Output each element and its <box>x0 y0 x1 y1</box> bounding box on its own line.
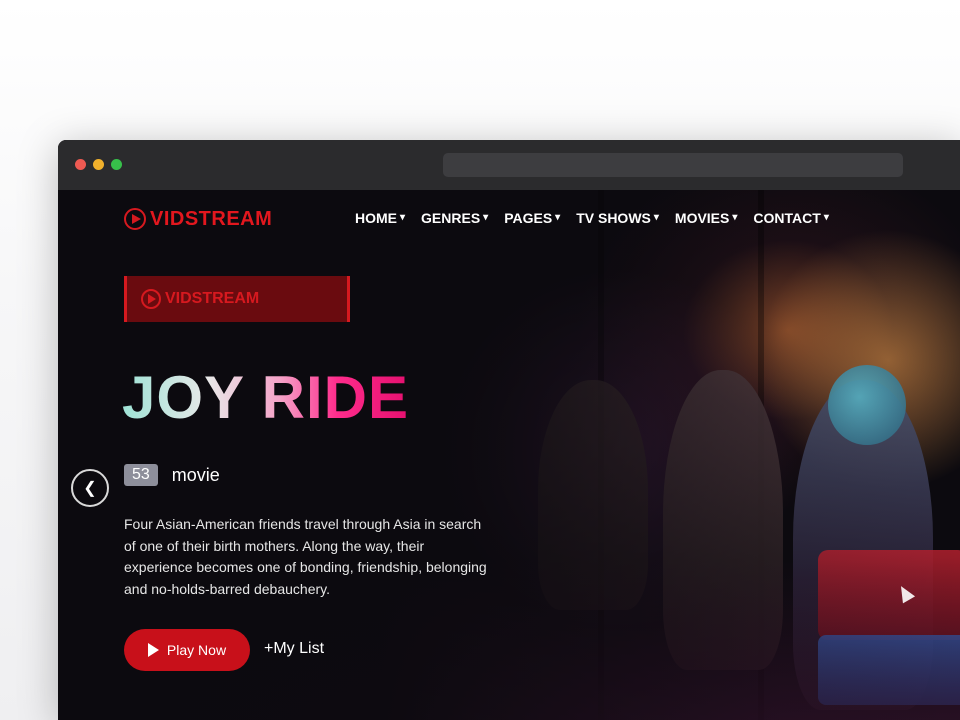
rating-badge: 53 <box>124 464 158 486</box>
nav-item-label: CONTACT <box>753 210 821 226</box>
play-circle-icon <box>141 289 161 309</box>
nav-item-label: PAGES <box>504 210 553 226</box>
minimize-window-button[interactable] <box>93 159 104 170</box>
chevron-down-icon: ▾ <box>823 211 829 223</box>
nav-item-contact[interactable]: CONTACT ▾ <box>753 210 828 226</box>
chevron-down-icon: ▾ <box>653 211 659 223</box>
play-now-button[interactable]: Play Now <box>124 629 250 671</box>
page-viewport: VIDSTREAM HOME ▾ GENRES ▾ PAGES ▾ TV SHO… <box>58 190 960 720</box>
nav-item-label: TV SHOWS <box>576 210 651 226</box>
play-now-label: Play Now <box>166 642 227 658</box>
chevron-down-icon: ▾ <box>555 211 561 223</box>
nav-item-movies[interactable]: MOVIES ▾ <box>675 210 738 226</box>
hero-meta: 53 movie <box>124 464 220 486</box>
content-type-label: movie <box>171 464 220 485</box>
hero-brand-banner: VIDSTREAM <box>124 276 350 322</box>
play-icon <box>147 643 159 657</box>
nav-item-label: HOME <box>355 210 397 226</box>
chevron-down-icon: ▾ <box>400 211 406 223</box>
site-logo[interactable]: VIDSTREAM <box>124 206 272 232</box>
logo-text: VIDSTREAM <box>150 207 273 230</box>
main-nav: HOME ▾ GENRES ▾ PAGES ▾ TV SHOWS ▾ MOVIE… <box>355 210 845 226</box>
hero-description: Four Asian-American friends travel throu… <box>124 516 487 597</box>
chevron-down-icon: ▾ <box>732 211 738 223</box>
nav-item-genres[interactable]: GENRES ▾ <box>421 210 488 226</box>
play-circle-icon <box>124 208 146 230</box>
nav-item-tv-shows[interactable]: TV SHOWS ▾ <box>576 210 659 226</box>
hero-title: JOY RIDE <box>122 364 409 431</box>
nav-item-label: MOVIES <box>674 210 730 226</box>
add-to-my-list-button[interactable]: +My List <box>264 640 324 658</box>
address-bar[interactable] <box>443 153 903 177</box>
browser-window: VIDSTREAM HOME ▾ GENRES ▾ PAGES ▾ TV SHO… <box>58 140 960 720</box>
browser-titlebar <box>58 140 960 191</box>
banner-logo-text: VIDSTREAM <box>165 290 260 307</box>
close-window-button[interactable] <box>75 159 86 170</box>
nav-item-home[interactable]: HOME ▾ <box>355 210 405 226</box>
previous-slide-button[interactable]: ❮ <box>71 469 109 507</box>
chevron-down-icon: ▾ <box>483 211 489 223</box>
nav-item-label: GENRES <box>421 210 481 226</box>
nav-item-pages[interactable]: PAGES ▾ <box>504 210 560 226</box>
chevron-left-icon: ❮ <box>83 480 97 497</box>
maximize-window-button[interactable] <box>111 159 122 170</box>
